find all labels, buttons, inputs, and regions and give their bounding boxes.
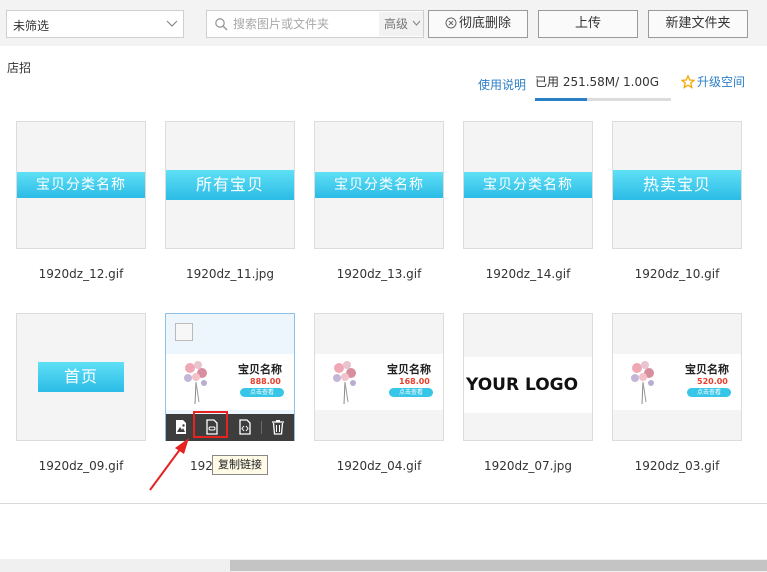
- flower-bouquet-image: [631, 361, 654, 405]
- horizontal-scrollbar[interactable]: [0, 559, 767, 572]
- upload-button[interactable]: 上传: [538, 10, 638, 38]
- filter-select[interactable]: 未筛选: [6, 10, 184, 38]
- storage-usage-fill: [535, 98, 587, 101]
- thumbnail-banner-text: 宝贝分类名称: [17, 172, 145, 198]
- product-banner: 宝贝名称 168.00 点击查看: [315, 354, 443, 410]
- trash-icon: [445, 13, 457, 29]
- copy-link-highlight-box: [193, 411, 228, 438]
- logo-text: YOUR LOGO: [466, 375, 579, 395]
- thumbnail-banner-text: 所有宝贝: [166, 170, 294, 200]
- file-thumbnail[interactable]: 宝贝分类名称: [314, 121, 444, 249]
- file-thumbnail[interactable]: 首页: [16, 313, 146, 441]
- file-thumbnail[interactable]: 所有宝贝: [165, 121, 295, 249]
- product-title: 宝贝名称: [387, 363, 431, 376]
- chevron-down-icon: [412, 20, 421, 26]
- product-title: 宝贝名称: [238, 363, 282, 376]
- file-name: 1920dz_07.jpg: [483, 459, 573, 473]
- file-name: 1920dz_11.jpg: [185, 267, 275, 281]
- flower-bouquet-image: [333, 361, 356, 405]
- image-edit-icon[interactable]: [172, 418, 190, 436]
- folder-title: 店招: [7, 61, 32, 75]
- thumbnail-banner-text: 宝贝分类名称: [464, 172, 592, 198]
- upgrade-space-link[interactable]: 升级空间: [680, 73, 746, 90]
- thumbnail-banner-text: 热卖宝贝: [613, 170, 741, 200]
- trash-icon[interactable]: [269, 418, 287, 436]
- file-name: 1920dz_10.gif: [634, 267, 720, 281]
- help-link[interactable]: 使用说明: [478, 76, 526, 93]
- product-view-button: 点击查看: [687, 388, 731, 397]
- new-folder-button[interactable]: 新建文件夹: [648, 10, 748, 38]
- advanced-search-toggle[interactable]: 高级: [379, 12, 423, 36]
- permanent-delete-button[interactable]: 彻底删除: [428, 10, 528, 38]
- thumbnail-banner-text: 首页: [38, 362, 124, 392]
- filter-selected-value: 未筛选: [13, 19, 50, 33]
- product-banner: 宝贝名称 520.00 点击查看: [613, 354, 741, 410]
- storage-usage-bar: [535, 98, 671, 101]
- thumbnail-banner-text: 宝贝分类名称: [315, 172, 443, 198]
- storage-usage-text: 已用 251.58M/ 1.00G: [535, 75, 660, 89]
- file-name: 1920dz_14.gif: [485, 267, 571, 281]
- product-price: 520.00: [697, 377, 728, 386]
- file-thumbnail[interactable]: 宝贝名称 168.00 点击查看: [314, 313, 444, 441]
- file-thumbnail-selected[interactable]: 宝贝名称 888.00 点击查看: [165, 313, 295, 441]
- content-divider: [0, 503, 767, 504]
- product-banner: 宝贝名称 888.00 点击查看: [166, 354, 294, 410]
- file-name: 1920dz_12.gif: [38, 267, 124, 281]
- file-thumbnail[interactable]: 宝贝分类名称: [463, 121, 593, 249]
- product-price: 888.00: [250, 377, 281, 386]
- toolbar: 未筛选 高级 彻底删除 上传 新建文件夹: [0, 0, 767, 46]
- star-icon: [680, 74, 696, 89]
- product-price: 168.00: [399, 377, 430, 386]
- logo-banner: YOUR LOGO: [464, 357, 592, 413]
- arrow-pointer-icon: [149, 438, 189, 491]
- file-thumbnail[interactable]: 宝贝名称 520.00 点击查看: [612, 313, 742, 441]
- permanent-delete-label: 彻底删除: [458, 16, 511, 31]
- file-name: 1920dz_04.gif: [336, 459, 422, 473]
- file-thumbnail[interactable]: 宝贝分类名称: [16, 121, 146, 249]
- file-name: 1920dz_03.gif: [634, 459, 720, 473]
- action-separator: [261, 421, 262, 434]
- upgrade-space-label: 升级空间: [697, 75, 746, 89]
- file-thumbnail[interactable]: YOUR LOGO: [463, 313, 593, 441]
- copy-link-tooltip: 复制链接: [212, 455, 268, 475]
- search-icon: [214, 17, 228, 31]
- search-box: 高级: [206, 10, 424, 38]
- chevron-down-icon: [165, 16, 179, 30]
- product-title: 宝贝名称: [685, 363, 729, 376]
- product-view-button: 点击查看: [240, 388, 284, 397]
- search-input[interactable]: [233, 16, 373, 32]
- code-icon[interactable]: [236, 418, 254, 436]
- file-name: 1920dz_09.gif: [38, 459, 124, 473]
- advanced-search-label: 高级: [384, 17, 409, 31]
- product-view-button: 点击查看: [389, 388, 433, 397]
- scrollbar-thumb[interactable]: [230, 560, 767, 571]
- file-thumbnail[interactable]: 热卖宝贝: [612, 121, 742, 249]
- select-checkbox[interactable]: [175, 323, 193, 341]
- file-name: 1920dz_13.gif: [336, 267, 422, 281]
- flower-bouquet-image: [184, 361, 207, 405]
